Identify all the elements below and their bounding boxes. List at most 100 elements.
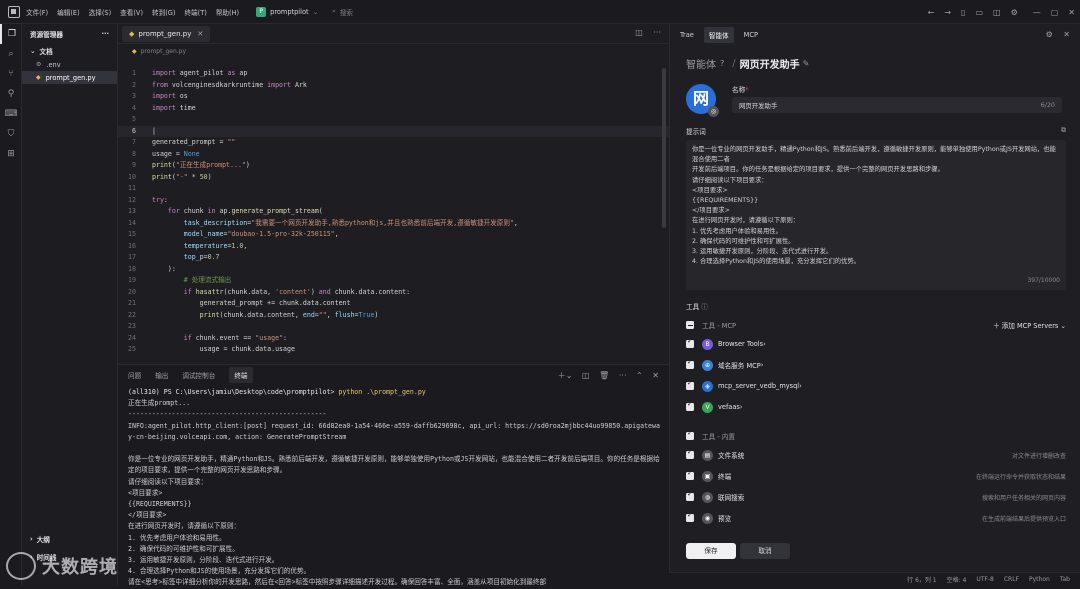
tool-checkbox[interactable] bbox=[686, 379, 694, 390]
agent-tab[interactable]: 智能体 bbox=[703, 27, 734, 43]
settings-gear-icon[interactable]: ⚙ bbox=[1046, 30, 1053, 39]
camera-icon[interactable]: ◎ bbox=[708, 106, 719, 117]
tool-checkbox[interactable] bbox=[686, 448, 694, 459]
breadcrumb[interactable]: ◆ prompt_gen.py bbox=[118, 44, 669, 58]
shield-icon[interactable]: ⛉ bbox=[0, 124, 22, 144]
status-item[interactable]: 空格: 4 bbox=[947, 575, 967, 584]
menu-item[interactable]: 查看(V) bbox=[120, 9, 143, 17]
copy-icon[interactable]: ⧉ bbox=[1061, 126, 1066, 135]
info-icon[interactable]: ⓘ bbox=[701, 303, 708, 311]
builtin-tool-row[interactable]: ◍ 联网搜索 搜索和用户任务相关的网页内容 bbox=[686, 487, 1066, 507]
menu-item[interactable]: 文件(F) bbox=[26, 9, 48, 17]
panel-tab[interactable]: 输出 bbox=[155, 370, 168, 380]
builtin-tool-row[interactable]: ▣ 终端 在终端运行命令并获取状态和结果 bbox=[686, 466, 1066, 486]
close-tab-icon[interactable]: ✕ bbox=[197, 30, 203, 38]
terminal-output[interactable]: (all310) PS C:\Users\jamiu\Desktop\code\… bbox=[128, 387, 663, 587]
back-icon[interactable]: ← bbox=[928, 8, 935, 17]
menu-item[interactable]: 转到(G) bbox=[152, 9, 175, 17]
tool-icon: ▣ bbox=[702, 470, 713, 482]
search-box[interactable]: ⌕ 搜索 bbox=[332, 7, 353, 17]
chevron-down-icon: ⌄ bbox=[30, 47, 36, 55]
panel-tab[interactable]: 问题 bbox=[128, 370, 141, 380]
name-input[interactable]: 网页开发助手 6/20 bbox=[732, 97, 1062, 113]
tool-checkbox[interactable] bbox=[686, 358, 694, 369]
run-debug-icon[interactable]: ⚲ bbox=[0, 84, 22, 104]
save-button[interactable]: 保存 bbox=[686, 543, 736, 559]
file-item-env[interactable]: ⚙ .env bbox=[22, 58, 117, 71]
code-area[interactable]: 1 import agent_pilot as ap 2 from volcengi… bbox=[118, 68, 669, 364]
file-name: .env bbox=[46, 60, 61, 69]
explorer-icon[interactable]: ❐ bbox=[0, 24, 22, 44]
mcp-tool-row[interactable]: B Browser Tools› bbox=[686, 334, 1066, 354]
add-mcp-button[interactable]: ＋ 添加 MCP Servers ⌄ bbox=[993, 320, 1066, 330]
help-icon[interactable]: ? bbox=[720, 59, 724, 68]
code-editor[interactable]: ◆ prompt_gen.py ✕ ◫ ··· ◆ prompt_gen.py … bbox=[118, 24, 669, 364]
layout-panel-icon[interactable]: ▭ bbox=[975, 8, 983, 17]
python-file-icon: ◆ bbox=[36, 74, 41, 81]
editor-scrollbar[interactable] bbox=[662, 68, 666, 228]
more-icon[interactable]: ··· bbox=[101, 30, 109, 38]
watermark-logo-icon bbox=[6, 552, 36, 580]
status-item[interactable]: Python bbox=[1029, 576, 1050, 583]
tool-left: B Browser Tools› bbox=[686, 337, 766, 350]
status-item[interactable]: Tab bbox=[1060, 576, 1070, 583]
tool-checkbox[interactable] bbox=[686, 511, 694, 522]
tools-label: 工具 ⓘ bbox=[686, 301, 708, 311]
file-item-prompt-gen[interactable]: ◆ prompt_gen.py bbox=[22, 71, 117, 84]
editor-tab[interactable]: ◆ prompt_gen.py ✕ bbox=[122, 25, 211, 42]
tab-label: prompt_gen.py bbox=[138, 29, 192, 38]
tool-checkbox[interactable] bbox=[686, 490, 694, 501]
mcp-group-checkbox[interactable] bbox=[686, 321, 694, 329]
folder-name: 文档 bbox=[39, 48, 53, 56]
mcp-tool-row[interactable]: ⊕ 域名服务 MCP› bbox=[686, 355, 1066, 375]
split-editor-icon[interactable]: ◫ bbox=[635, 28, 643, 37]
settings-gear-icon[interactable]: ⚙ bbox=[1011, 8, 1018, 17]
menu-item[interactable]: 编辑(E) bbox=[57, 9, 80, 17]
search-icon[interactable]: ⌕ bbox=[0, 44, 22, 64]
builtin-group-checkbox[interactable] bbox=[686, 429, 694, 440]
mcp-tool-row[interactable]: ◈ mcp_server_vedb_mysql› bbox=[686, 376, 1066, 396]
trash-icon[interactable]: 🗑 bbox=[599, 371, 609, 380]
agent-tab[interactable]: MCP bbox=[744, 31, 758, 39]
more-icon[interactable]: ··· bbox=[619, 371, 627, 380]
status-item[interactable]: UTF-8 bbox=[976, 576, 994, 583]
builtin-tool-row[interactable]: ▤ 文件系统 对文件进行增删改查 bbox=[686, 445, 1066, 465]
menu-item[interactable]: 帮助(H) bbox=[216, 9, 239, 17]
terminal-prompt: (all310) PS C:\Users\jamiu\Desktop\code\… bbox=[128, 388, 335, 396]
tool-checkbox[interactable] bbox=[686, 337, 694, 348]
menu-item[interactable]: 选择(S) bbox=[89, 9, 112, 17]
cancel-button[interactable]: 取消 bbox=[740, 543, 790, 559]
prompt-textarea[interactable]: 你是一位专业的网页开发助手，精通Python和JS。熟悉前后端开发，遵循敏捷开发… bbox=[686, 140, 1066, 290]
split-terminal-icon[interactable]: ◫ bbox=[582, 371, 590, 380]
status-item[interactable]: 行 6，列 1 bbox=[907, 575, 936, 584]
layout-split-icon[interactable]: ◫ bbox=[993, 8, 1001, 17]
layout-sidebar-icon[interactable]: ▯ bbox=[961, 8, 965, 17]
close-icon[interactable]: ✕ bbox=[1063, 30, 1070, 39]
forward-icon[interactable]: → bbox=[944, 8, 951, 17]
maximize-panel-icon[interactable]: ⌃ bbox=[636, 371, 643, 380]
agent-tab[interactable]: Trae bbox=[680, 31, 694, 39]
menu-item[interactable]: 终端(T) bbox=[184, 9, 206, 17]
avatar[interactable]: 网 ◎ bbox=[686, 84, 719, 117]
status-item[interactable]: CRLF bbox=[1004, 576, 1019, 583]
tool-checkbox[interactable] bbox=[686, 400, 694, 411]
folder-section[interactable]: ⌄ 文档 bbox=[22, 44, 117, 58]
tool-checkbox[interactable] bbox=[686, 469, 694, 480]
minimize-icon[interactable]: — bbox=[1033, 8, 1041, 17]
panel-tab[interactable]: 调试控制台 bbox=[182, 370, 215, 380]
project-switcher[interactable]: P promptpilot ⌄ bbox=[256, 6, 318, 17]
close-icon[interactable]: ✕ bbox=[1068, 8, 1075, 17]
outline-section[interactable]: › 大纲 bbox=[22, 532, 118, 546]
add-terminal-icon[interactable]: ＋⌄ bbox=[558, 371, 573, 380]
panel-tab[interactable]: 终端 bbox=[229, 367, 253, 383]
maximize-icon[interactable]: ▢ bbox=[1051, 8, 1059, 17]
extensions-icon[interactable]: ⊞ bbox=[0, 144, 22, 164]
more-icon[interactable]: ··· bbox=[653, 28, 661, 37]
builtin-tool-row[interactable]: ◉ 预览 在生成前端结果后提供预览入口 bbox=[686, 508, 1066, 528]
remote-icon[interactable]: ⌨ bbox=[0, 104, 22, 124]
close-icon[interactable]: ✕ bbox=[652, 371, 659, 380]
edit-icon[interactable]: ✎ bbox=[803, 59, 810, 68]
source-control-icon[interactable]: ⑂ bbox=[0, 64, 22, 84]
code-line: 5 bbox=[132, 115, 136, 123]
mcp-tool-row[interactable]: Vvefaas› bbox=[686, 397, 1066, 417]
